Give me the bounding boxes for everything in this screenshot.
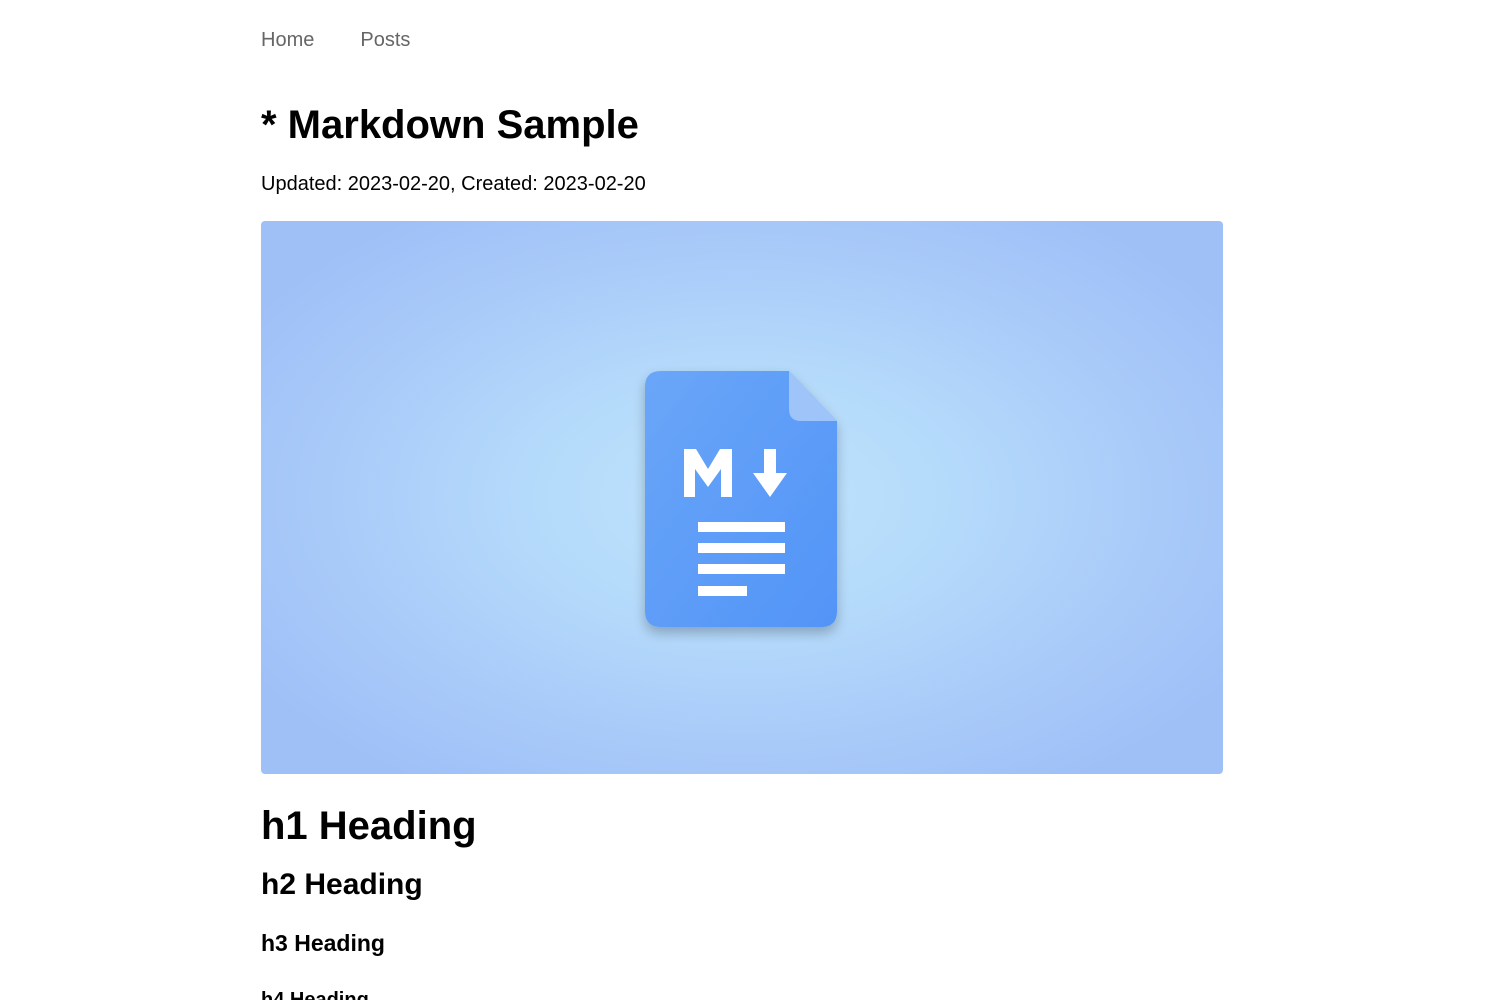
nav-link-home[interactable]: Home [261, 27, 314, 53]
page-title: * Markdown Sample [261, 103, 639, 147]
top-nav: Home Posts [261, 27, 410, 53]
sample-h1-heading: h1 Heading [261, 804, 477, 848]
sample-h2-heading: h2 Heading [261, 868, 423, 901]
post-dates: Updated: 2023-02-20, Created: 2023-02-20 [261, 173, 646, 195]
sample-h4-heading: h4 Heading [261, 989, 369, 1000]
nav-link-posts[interactable]: Posts [360, 27, 410, 53]
markdown-document-icon [645, 371, 837, 627]
page: Home Posts * Markdown Sample Updated: 20… [0, 0, 1500, 1000]
hero-image [261, 221, 1223, 774]
sample-h3-heading: h3 Heading [261, 930, 385, 956]
